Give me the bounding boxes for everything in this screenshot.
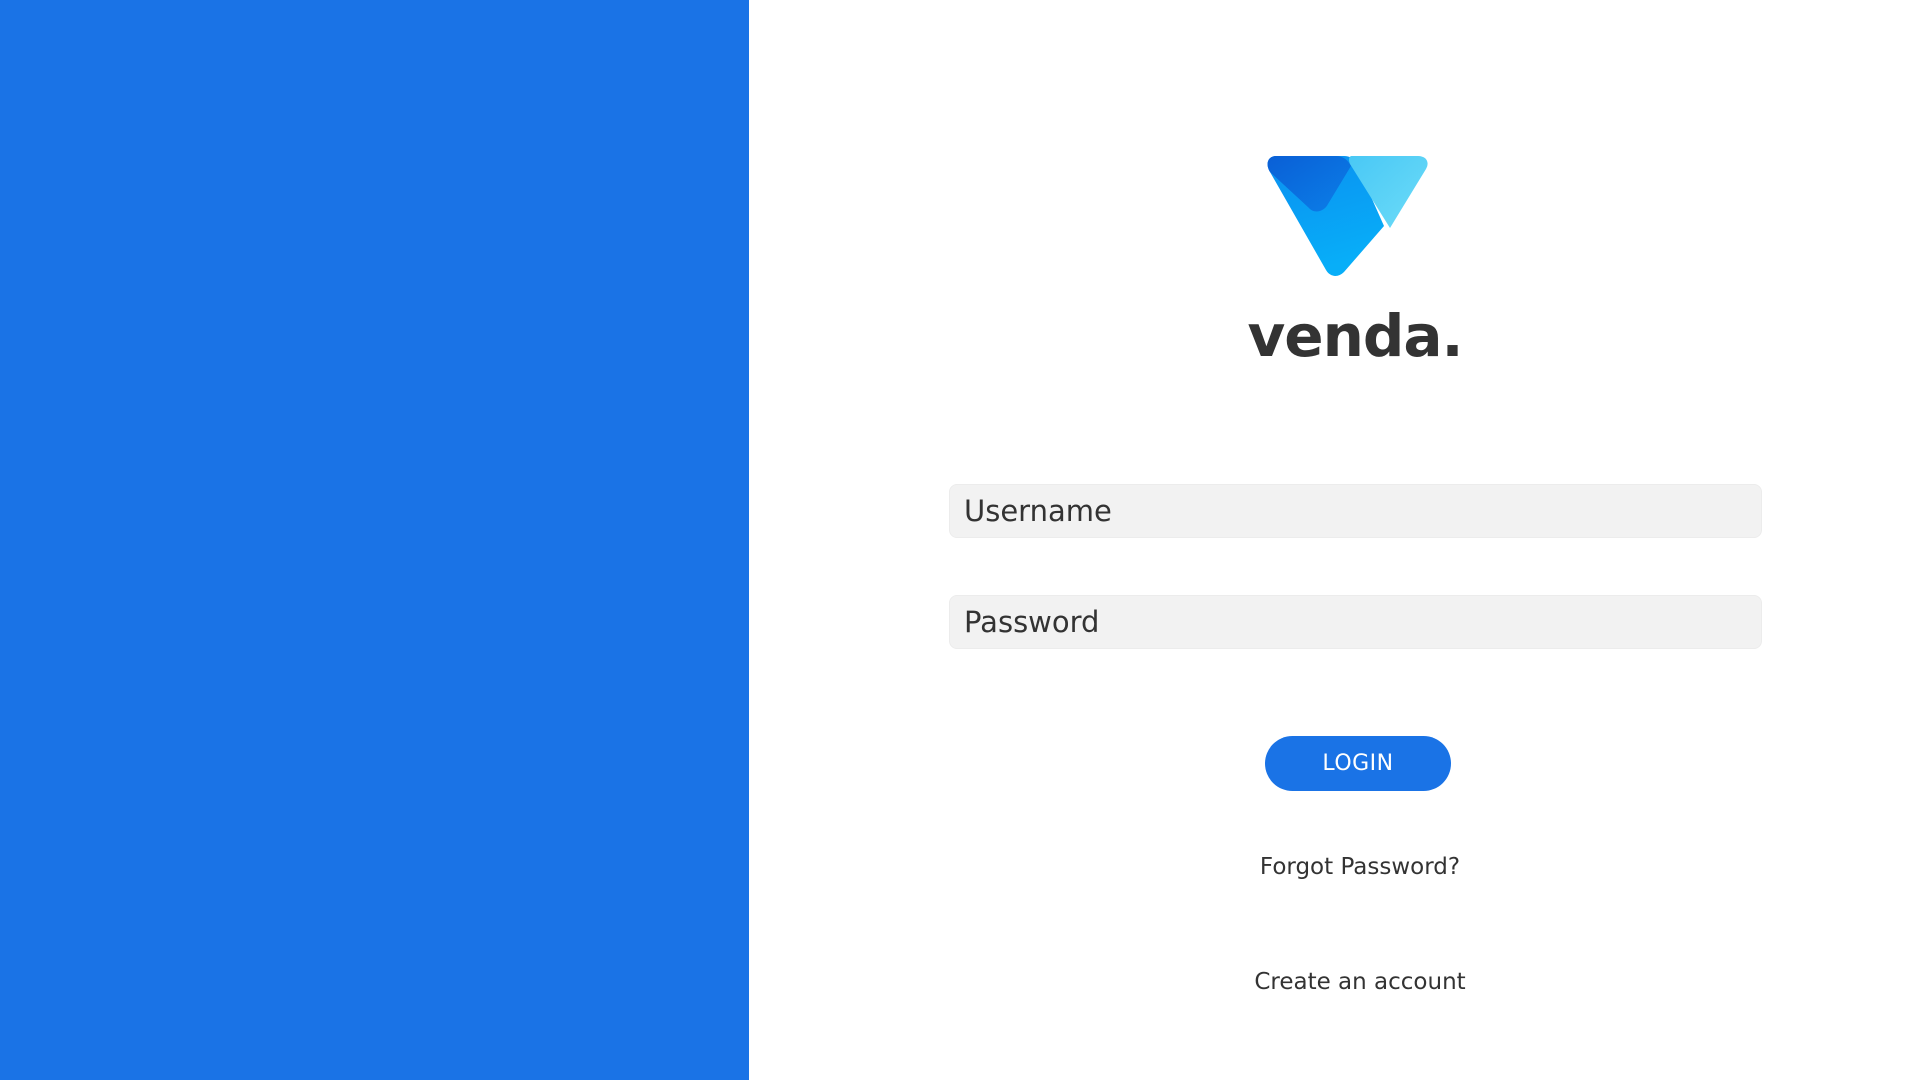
password-field[interactable] xyxy=(949,595,1762,649)
login-page: venda. LOGIN Forgot Password? Create an … xyxy=(0,0,1920,1080)
login-button[interactable]: LOGIN xyxy=(1265,736,1451,791)
venda-v-logo-icon xyxy=(1266,156,1428,276)
forgot-password-link[interactable]: Forgot Password? xyxy=(1160,852,1560,882)
left-brand-panel xyxy=(0,0,749,1080)
brand-name: venda. xyxy=(1247,302,1463,370)
username-field[interactable] xyxy=(949,484,1762,538)
username-input[interactable] xyxy=(950,485,1761,537)
password-input[interactable] xyxy=(950,596,1761,648)
create-account-link[interactable]: Create an account xyxy=(1160,967,1560,997)
